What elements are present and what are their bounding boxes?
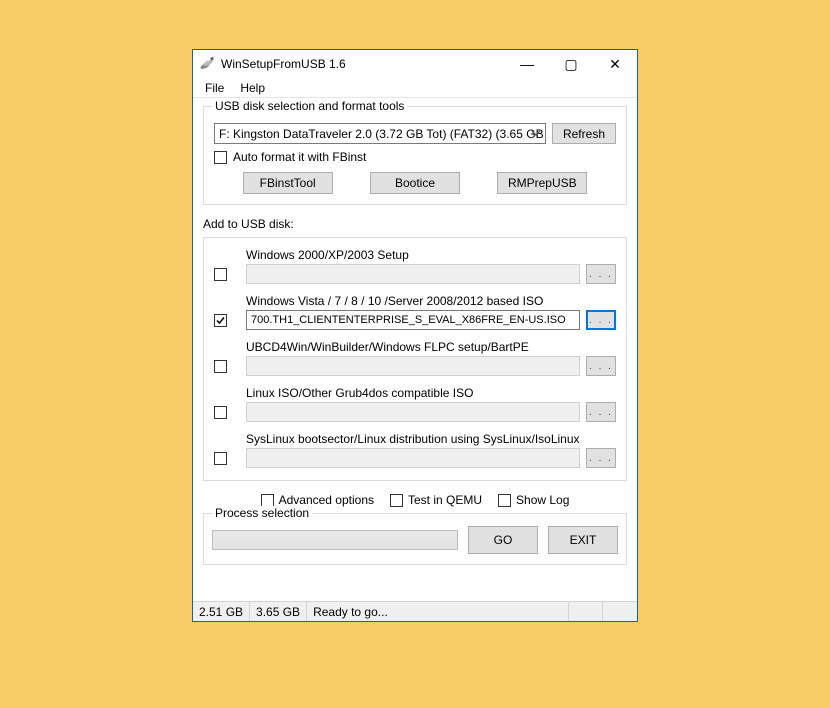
refresh-button[interactable]: Refresh bbox=[552, 123, 616, 144]
app-window: WinSetupFromUSB 1.6 — ▢ ✕ File Help USB … bbox=[192, 49, 638, 622]
menubar: File Help bbox=[193, 78, 637, 98]
source-syslinux-checkbox[interactable] bbox=[214, 452, 227, 465]
app-icon bbox=[199, 56, 215, 72]
showlog-label: Show Log bbox=[516, 493, 569, 507]
source-winxp-path[interactable] bbox=[246, 264, 580, 284]
titlebar[interactable]: WinSetupFromUSB 1.6 — ▢ ✕ bbox=[193, 50, 637, 78]
chevron-down-icon bbox=[531, 126, 541, 143]
window-controls: — ▢ ✕ bbox=[505, 50, 637, 77]
rmprepusb-button[interactable]: RMPrepUSB bbox=[497, 172, 587, 194]
source-ubcd-path[interactable] bbox=[246, 356, 580, 376]
source-linux-title: Linux ISO/Other Grub4dos compatible ISO bbox=[246, 386, 616, 400]
autoformat-checkbox[interactable] bbox=[214, 151, 227, 164]
showlog-checkbox[interactable] bbox=[498, 494, 511, 507]
status-used: 2.51 GB bbox=[193, 602, 250, 621]
progress-bar bbox=[212, 530, 458, 550]
advanced-label: Advanced options bbox=[279, 493, 374, 507]
minimize-button[interactable]: — bbox=[505, 50, 549, 78]
fbinsttool-button[interactable]: FBinstTool bbox=[243, 172, 333, 194]
source-winvista-checkbox[interactable] bbox=[214, 314, 227, 327]
status-total: 3.65 GB bbox=[250, 602, 307, 621]
process-group: Process selection GO EXIT bbox=[203, 513, 627, 565]
test-qemu-label: Test in QEMU bbox=[408, 493, 482, 507]
window-title: WinSetupFromUSB 1.6 bbox=[221, 56, 505, 71]
close-button[interactable]: ✕ bbox=[593, 50, 637, 78]
usb-disk-group: USB disk selection and format tools F: K… bbox=[203, 106, 627, 205]
add-to-usb-group: Windows 2000/XP/2003 Setup . . . Windows… bbox=[203, 237, 627, 481]
source-winvista: Windows Vista / 7 / 8 / 10 /Server 2008/… bbox=[214, 294, 616, 330]
usb-disk-group-label: USB disk selection and format tools bbox=[212, 99, 407, 113]
source-syslinux-path[interactable] bbox=[246, 448, 580, 468]
source-linux-path[interactable] bbox=[246, 402, 580, 422]
status-pad1 bbox=[569, 602, 603, 621]
source-winxp-checkbox[interactable] bbox=[214, 268, 227, 281]
options-row: Advanced options Test in QEMU Show Log bbox=[203, 493, 627, 507]
autoformat-label: Auto format it with FBinst bbox=[233, 150, 366, 164]
process-group-label: Process selection bbox=[212, 506, 312, 520]
advanced-checkbox[interactable] bbox=[261, 494, 274, 507]
source-winxp: Windows 2000/XP/2003 Setup . . . bbox=[214, 248, 616, 284]
source-syslinux: SysLinux bootsector/Linux distribution u… bbox=[214, 432, 616, 468]
source-winxp-title: Windows 2000/XP/2003 Setup bbox=[246, 248, 616, 262]
status-message: Ready to go... bbox=[307, 602, 569, 621]
menu-file[interactable]: File bbox=[197, 79, 232, 97]
source-ubcd-browse[interactable]: . . . bbox=[586, 356, 616, 376]
source-ubcd-title: UBCD4Win/WinBuilder/Windows FLPC setup/B… bbox=[246, 340, 616, 354]
source-linux: Linux ISO/Other Grub4dos compatible ISO … bbox=[214, 386, 616, 422]
source-ubcd-checkbox[interactable] bbox=[214, 360, 227, 373]
source-linux-browse[interactable]: . . . bbox=[586, 402, 616, 422]
source-winvista-browse[interactable]: . . . bbox=[586, 310, 616, 330]
source-syslinux-browse[interactable]: . . . bbox=[586, 448, 616, 468]
source-ubcd: UBCD4Win/WinBuilder/Windows FLPC setup/B… bbox=[214, 340, 616, 376]
statusbar: 2.51 GB 3.65 GB Ready to go... bbox=[193, 601, 637, 621]
client-area: USB disk selection and format tools F: K… bbox=[193, 98, 637, 601]
add-to-usb-label: Add to USB disk: bbox=[203, 217, 627, 231]
source-linux-checkbox[interactable] bbox=[214, 406, 227, 419]
usb-disk-select[interactable]: F: Kingston DataTraveler 2.0 (3.72 GB To… bbox=[214, 123, 546, 144]
test-qemu-checkbox[interactable] bbox=[390, 494, 403, 507]
bootice-button[interactable]: Bootice bbox=[370, 172, 460, 194]
exit-button[interactable]: EXIT bbox=[548, 526, 618, 554]
source-winvista-title: Windows Vista / 7 / 8 / 10 /Server 2008/… bbox=[246, 294, 616, 308]
source-winvista-path[interactable]: 700.TH1_CLIENTENTERPRISE_S_EVAL_X86FRE_E… bbox=[246, 310, 580, 330]
maximize-button[interactable]: ▢ bbox=[549, 50, 593, 78]
status-pad2 bbox=[603, 602, 637, 621]
source-winxp-browse[interactable]: . . . bbox=[586, 264, 616, 284]
source-syslinux-title: SysLinux bootsector/Linux distribution u… bbox=[246, 432, 616, 446]
usb-disk-selected-text: F: Kingston DataTraveler 2.0 (3.72 GB To… bbox=[219, 127, 546, 141]
menu-help[interactable]: Help bbox=[232, 79, 273, 97]
go-button[interactable]: GO bbox=[468, 526, 538, 554]
